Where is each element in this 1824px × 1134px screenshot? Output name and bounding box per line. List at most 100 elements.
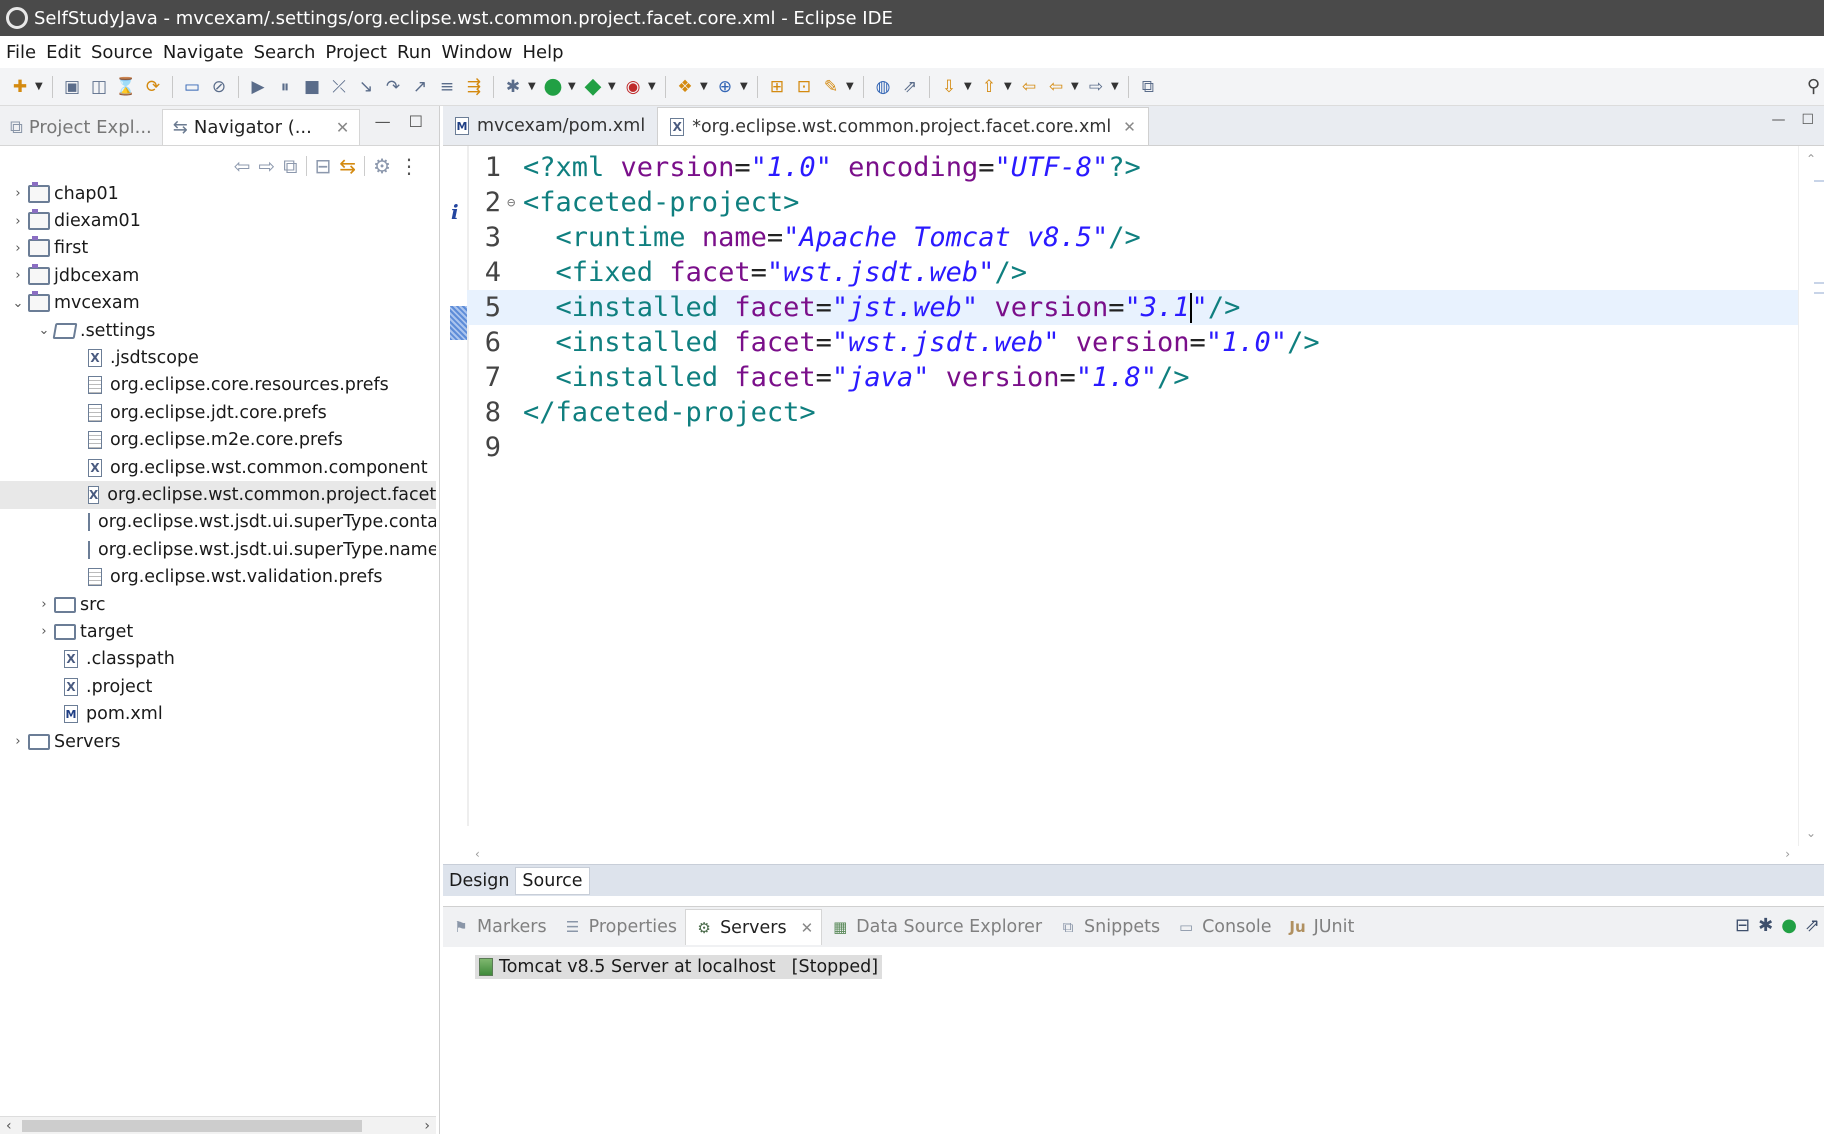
code-text[interactable]: <installed facet="wst.jsdt.web" version=… <box>519 327 1320 358</box>
tab-pom-xml[interactable]: M mvcexam/pom.xml <box>443 107 657 145</box>
build-icon[interactable]: ⌛ <box>114 75 138 99</box>
tree-item-m2e-core-prefs[interactable]: org.eclipse.m2e.core.prefs <box>0 427 436 454</box>
save-icon[interactable]: ▣ <box>60 75 84 99</box>
new-class-dropdown-icon[interactable]: ▼ <box>740 81 750 92</box>
step-into-icon[interactable]: ↘ <box>354 75 378 99</box>
open-web-browser-icon[interactable]: ◍ <box>871 75 895 99</box>
code-text[interactable]: </faceted-project> <box>519 397 816 428</box>
tab-data-source-explorer[interactable]: ▦ Data Source Explorer <box>822 909 1050 945</box>
coverage-dropdown-icon[interactable]: ▼ <box>608 81 618 92</box>
menu-window[interactable]: Window <box>440 42 521 63</box>
tree-item-supertype-container[interactable]: org.eclipse.wst.jsdt.ui.superType.contai… <box>0 509 436 536</box>
back-icon[interactable]: ⇦ <box>234 154 251 178</box>
forward-icon[interactable]: ⇨ <box>258 154 275 178</box>
new-java-project-icon[interactable]: ❖ <box>673 75 697 99</box>
overview-mark[interactable] <box>1814 180 1824 182</box>
overview-mark[interactable] <box>1814 282 1824 284</box>
run-icon[interactable]: ● <box>541 74 565 99</box>
chevron-right-icon[interactable]: › <box>10 241 26 256</box>
collapse-all-icon[interactable]: ⊟ <box>315 154 332 178</box>
maximize-icon[interactable]: ☐ <box>409 112 423 131</box>
chevron-right-icon[interactable]: › <box>10 214 26 229</box>
link-with-editor-icon[interactable]: ⇆ <box>339 154 356 178</box>
terminate-icon[interactable]: ■ <box>300 75 324 99</box>
next-annotation-icon[interactable]: ⇩ <box>937 75 961 99</box>
search-dropdown-icon[interactable]: ▼ <box>846 81 856 92</box>
tree-item-first[interactable]: › first <box>0 235 436 262</box>
tree-item-src[interactable]: › src <box>0 591 436 618</box>
new-dropdown-icon[interactable]: ▼ <box>35 81 45 92</box>
menu-navigate[interactable]: Navigate <box>161 42 252 63</box>
tree-item-core-resources-prefs[interactable]: org.eclipse.core.resources.prefs <box>0 372 436 399</box>
step-return-icon[interactable]: ↗ <box>408 75 432 99</box>
disconnect-icon[interactable]: ⤫ <box>327 75 351 99</box>
tree-item-supertype-name[interactable]: org.eclipse.wst.jsdt.ui.superType.name <box>0 536 436 563</box>
debug-dropdown-icon[interactable]: ▼ <box>528 81 538 92</box>
code-line[interactable]: 9 <box>467 430 1812 465</box>
chevron-down-icon[interactable]: ⌄ <box>10 296 26 311</box>
new-file-icon[interactable]: ✚ <box>8 75 32 99</box>
resume-icon[interactable]: ▶ <box>246 75 270 99</box>
menu-file[interactable]: File <box>4 42 44 63</box>
tree-item-servers[interactable]: › Servers <box>0 728 436 755</box>
minimize-icon[interactable]: — <box>1771 112 1785 128</box>
new-project-dropdown-icon[interactable]: ▼ <box>700 81 710 92</box>
menu-help[interactable]: Help <box>521 42 572 63</box>
tree-item-classpath[interactable]: X .classpath <box>0 646 436 673</box>
open-perspective-icon[interactable]: ⧉ <box>1136 75 1160 99</box>
forward-icon[interactable]: ⇨ <box>1084 75 1108 99</box>
use-step-filters-icon[interactable]: ⇶ <box>462 75 486 99</box>
previous-annotation-dropdown-icon[interactable]: ▼ <box>1004 81 1014 92</box>
tree-item-wst-common-component[interactable]: X org.eclipse.wst.common.component <box>0 454 436 481</box>
terminal-icon[interactable]: ▭ <box>180 75 204 99</box>
code-line[interactable]: 4 <fixed facet="wst.jsdt.web"/> <box>467 255 1812 290</box>
up-icon[interactable]: ⧉ <box>283 154 297 178</box>
code-text[interactable]: <runtime name="Apache Tomcat v8.5"/> <box>519 222 1141 253</box>
tab-navigator[interactable]: ⇆ Navigator (... ✕ <box>161 109 361 145</box>
tree-item-pom-xml[interactable]: M pom.xml <box>0 700 436 727</box>
code-text[interactable]: <fixed facet="wst.jsdt.web"/> <box>519 257 1027 288</box>
close-icon[interactable]: ✕ <box>336 118 349 137</box>
toggle-mark-occurrences-icon[interactable]: ⇗ <box>898 75 922 99</box>
tab-source[interactable]: Source <box>515 866 590 895</box>
run-dropdown-icon[interactable]: ▼ <box>568 81 578 92</box>
search-tools-icon[interactable]: ✎ <box>819 75 843 99</box>
tab-servers[interactable]: ⚙ Servers ✕ <box>685 909 823 945</box>
navigator-horizontal-scrollbar[interactable]: ‹ › <box>0 1116 436 1134</box>
code-line[interactable]: 2 ⊖ <faceted-project> <box>467 185 1812 220</box>
close-icon[interactable]: ✕ <box>801 919 814 937</box>
debug-server-icon[interactable]: ✱ <box>1758 915 1773 936</box>
code-text[interactable]: <installed facet="java" version="1.8"/> <box>519 362 1190 393</box>
tab-facet-core-xml[interactable]: X *org.eclipse.wst.common.project.facet.… <box>657 107 1149 145</box>
server-row-tomcat[interactable]: Tomcat v8.5 Server at localhost [Stopped… <box>475 955 883 979</box>
tab-properties[interactable]: ☰ Properties <box>555 909 685 945</box>
close-icon[interactable]: ✕ <box>1123 118 1136 136</box>
open-type-icon[interactable]: ⊞ <box>765 75 789 99</box>
code-editor[interactable]: i 1 <?xml version="1.0" encoding="UTF-8"?… <box>443 146 1824 844</box>
menu-search[interactable]: Search <box>252 42 324 63</box>
scroll-left-icon[interactable]: ‹ <box>6 1118 12 1134</box>
back-dropdown-icon[interactable]: ▼ <box>1071 81 1081 92</box>
tab-markers[interactable]: ⚑ Markers <box>443 909 555 945</box>
overview-mark[interactable] <box>1814 292 1824 294</box>
save-all-icon[interactable]: ◫ <box>87 75 111 99</box>
suspend-icon[interactable]: ⏸ <box>273 75 297 99</box>
overview-ruler[interactable] <box>1814 152 1824 842</box>
chevron-right-icon[interactable]: › <box>36 597 52 612</box>
skip-breakpoints-icon[interactable]: ⊘ <box>207 75 231 99</box>
back-icon[interactable]: ⇦ <box>1044 75 1068 99</box>
external-tools-icon[interactable]: ◉ <box>621 75 645 99</box>
code-lines[interactable]: 1 <?xml version="1.0" encoding="UTF-8"?> 2… <box>467 150 1812 465</box>
info-icon[interactable]: i <box>451 200 459 224</box>
tree-item-mvcexam[interactable]: ⌄ mvcexam <box>0 290 436 317</box>
collapse-all-icon[interactable]: ⊟ <box>1735 915 1750 936</box>
code-text[interactable]: <installed facet="jst.web" version="3.1"… <box>519 292 1240 324</box>
scroll-right-icon[interactable]: › <box>1785 847 1790 861</box>
code-line[interactable]: 7 <installed facet="java" version="1.8"/… <box>467 360 1812 395</box>
debug-icon[interactable]: ✱ <box>501 75 525 99</box>
view-menu-icon[interactable]: ⋮ <box>399 154 419 178</box>
open-task-icon[interactable]: ⊡ <box>792 75 816 99</box>
tree-item-target[interactable]: › target <box>0 618 436 645</box>
last-edit-location-icon[interactable]: ⇦ <box>1017 75 1041 99</box>
code-line[interactable]: 3 <runtime name="Apache Tomcat v8.5"/> <box>467 220 1812 255</box>
